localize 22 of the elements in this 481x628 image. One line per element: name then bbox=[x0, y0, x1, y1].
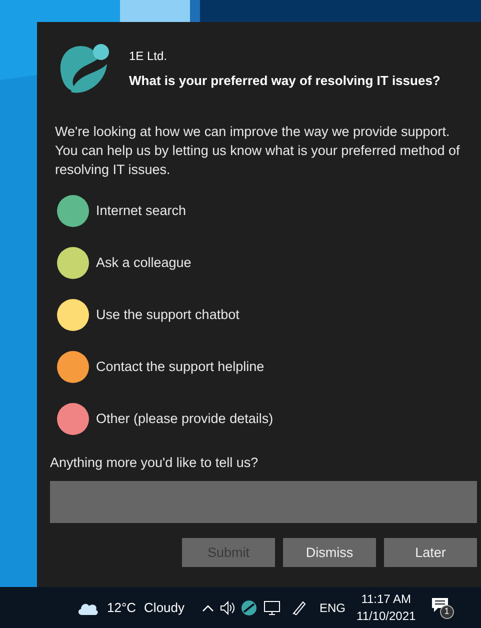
comment-label: Anything more you'd like to tell us? bbox=[50, 454, 260, 472]
clock[interactable]: 11:17 AM 11/10/2021 bbox=[356, 590, 416, 624]
option-label[interactable]: Contact the support helpline bbox=[96, 356, 264, 378]
notification-body: We're looking at how we can improve the way we provide support. You can help us by letting us know what is your preferred method of resolving IT issues. bbox=[55, 123, 461, 179]
app-name: 1E Ltd. bbox=[129, 48, 168, 66]
option-label[interactable]: Other (please provide details) bbox=[96, 408, 274, 430]
option-label[interactable]: Use the support chatbot bbox=[96, 304, 240, 326]
notification-title: What is your preferred way of resolving IT issues? bbox=[129, 72, 440, 90]
comment-field[interactable] bbox=[50, 481, 477, 524]
speaker-icon[interactable] bbox=[220, 600, 237, 614]
later-button[interactable]: Later bbox=[384, 538, 477, 568]
option-label[interactable]: Ask a colleague bbox=[96, 252, 192, 274]
weather-condition[interactable]: Cloudy bbox=[144, 598, 185, 618]
option-label[interactable]: Internet search bbox=[96, 200, 186, 222]
monitor-icon[interactable] bbox=[264, 600, 280, 614]
pen-icon[interactable] bbox=[292, 600, 307, 615]
weather-temperature[interactable]: 12°C bbox=[107, 598, 136, 618]
dismiss-button[interactable]: Dismiss bbox=[283, 538, 376, 568]
language-indicator[interactable]: ENG bbox=[320, 598, 346, 616]
logo-icon[interactable] bbox=[240, 600, 257, 616]
chevron-up-icon[interactable] bbox=[202, 604, 214, 612]
notification-badge: 1 bbox=[440, 604, 454, 618]
